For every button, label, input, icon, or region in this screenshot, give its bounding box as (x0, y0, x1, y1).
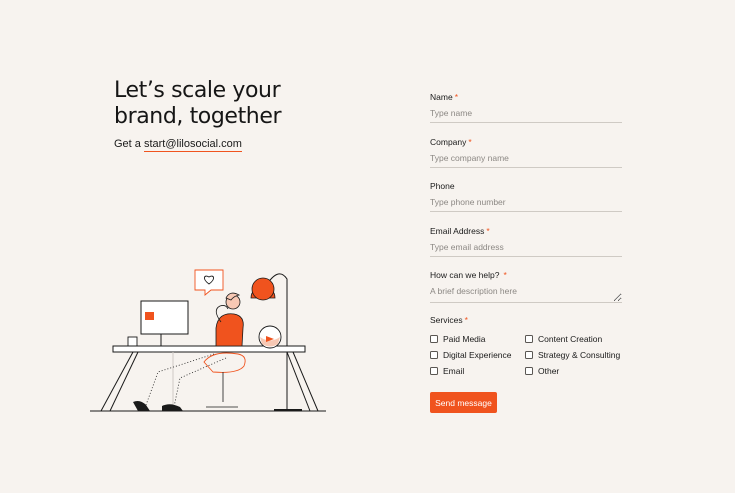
contact-page: Let’s scale your brand, together Get a s… (0, 0, 735, 493)
monitor (140, 300, 189, 347)
contact-email-link[interactable]: start@lilosocial.com (143, 138, 242, 152)
name-field-group: Name * (430, 92, 622, 123)
service-option-label: Other (538, 366, 560, 376)
email-input[interactable] (430, 237, 622, 257)
email-label: Email Address * (430, 226, 490, 236)
mug (127, 336, 138, 347)
send-message-button[interactable]: Send message (430, 392, 497, 413)
office-illustration (90, 269, 326, 412)
services-options: Paid Media Content Creation Digital Expe… (430, 334, 630, 376)
contact-prefix: Get a (114, 138, 144, 150)
required-marker: * (486, 226, 490, 236)
service-option-strategy-consulting[interactable]: Strategy & Consulting (525, 350, 630, 360)
checkbox[interactable] (525, 335, 533, 343)
service-option-label: Content Creation (538, 334, 603, 344)
company-label: Company * (430, 137, 472, 147)
company-field-group: Company * (430, 137, 622, 168)
phone-input[interactable] (430, 192, 622, 212)
service-option-paid-media[interactable]: Paid Media (430, 334, 525, 344)
required-marker: * (468, 137, 472, 147)
monitor-screen-card (145, 312, 154, 320)
help-textarea[interactable] (430, 281, 622, 303)
required-marker: * (454, 92, 458, 102)
checkbox[interactable] (525, 367, 533, 375)
hero-section: Let’s scale your brand, together Get a s… (114, 78, 394, 152)
help-label: How can we help? * (430, 270, 507, 280)
phone-label: Phone (430, 181, 455, 191)
page-title: Let’s scale your brand, together (114, 78, 282, 129)
help-field-group: How can we help? * (430, 270, 622, 303)
service-option-label: Paid Media (443, 334, 486, 344)
required-marker: * (464, 315, 468, 325)
service-option-other[interactable]: Other (525, 366, 630, 376)
service-option-label: Digital Experience (443, 350, 512, 360)
contact-line: Get a start@lilosocial.com (114, 138, 394, 152)
checkbox[interactable] (430, 351, 438, 359)
service-option-digital-experience[interactable]: Digital Experience (430, 350, 525, 360)
checkbox[interactable] (430, 367, 438, 375)
speech-bubble (194, 269, 224, 296)
services-label: Services * (430, 315, 468, 325)
name-label: Name * (430, 92, 458, 102)
service-option-label: Strategy & Consulting (538, 350, 621, 360)
company-input[interactable] (430, 148, 622, 168)
email-field-group: Email Address * (430, 226, 622, 257)
name-input[interactable] (430, 103, 622, 123)
required-marker: * (503, 270, 507, 280)
desk (100, 345, 319, 412)
service-option-email[interactable]: Email (430, 366, 525, 376)
checkbox[interactable] (430, 335, 438, 343)
service-option-label: Email (443, 366, 465, 376)
phone-field-group: Phone (430, 181, 622, 212)
checkbox[interactable] (525, 351, 533, 359)
service-option-content-creation[interactable]: Content Creation (525, 334, 630, 344)
fishbowl (258, 325, 282, 349)
services-field-group: Services * Paid Media Content Creation Di… (430, 315, 630, 376)
